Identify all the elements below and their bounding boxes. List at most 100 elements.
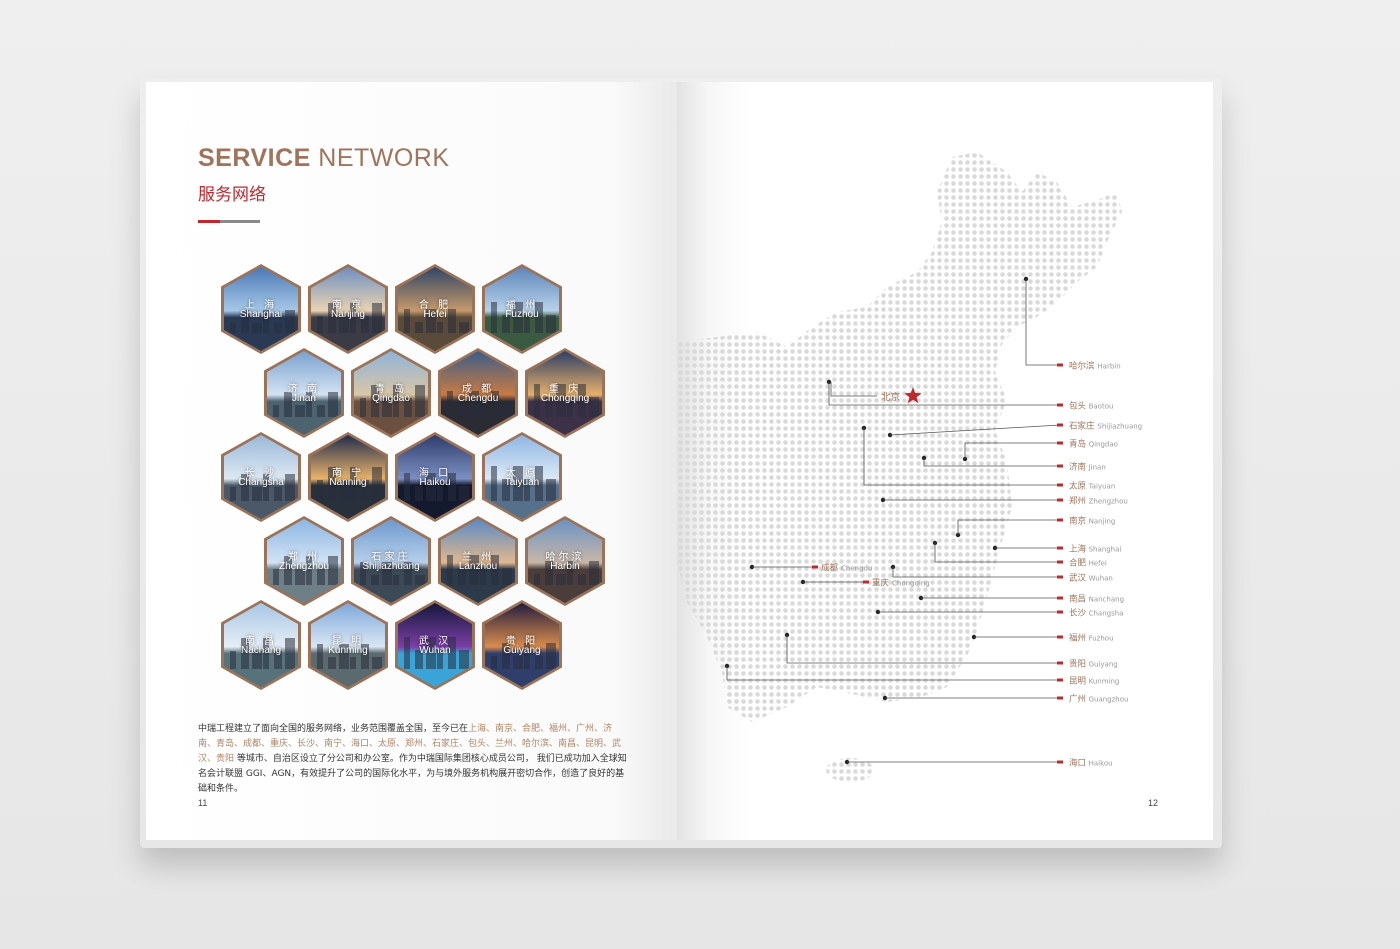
map-label-cn: 南昌 [1069, 594, 1086, 605]
map-label-cn: 昆明 [1069, 677, 1086, 687]
label-marker [1057, 498, 1063, 502]
label-marker [1057, 560, 1063, 564]
city-hex-wuhan: 武 汉 Wuhan [395, 600, 475, 690]
label-marker [1057, 403, 1063, 407]
map-label-en: Chengdu [841, 565, 872, 573]
map-label-cn: 石家庄 [1069, 421, 1095, 432]
label-marker [1057, 610, 1063, 614]
map-label-en: Shanghai [1089, 546, 1122, 554]
title-bold: SERVICE [198, 144, 311, 172]
hex-city-en: Chengdu [457, 393, 499, 404]
map-label-cn: 青岛 [1069, 439, 1086, 450]
map-label-cn: 太原 [1069, 481, 1086, 492]
map-label-en: Guangzhou [1089, 696, 1129, 704]
map-label-cn: 贵阳 [1069, 659, 1086, 670]
city-hex-guiyang: 贵 阳 Guiyang [482, 600, 562, 690]
hex-city-en: Kunming [328, 645, 368, 656]
city-hex-fuzhou: 福 州 Fuzhou [482, 264, 562, 354]
map-label-en: Nanjing [1089, 518, 1116, 526]
city-hex-nachang: 南 昌 Nachang [221, 600, 301, 690]
city-hex-shijiazhuang: 石家庄 Shijiazhuang [351, 516, 431, 606]
map-label-en: Haikou [1089, 760, 1113, 768]
city-hex-nanning: 南 宁 Nanning [308, 432, 388, 522]
body-paragraph: 中瑞工程建立了面向全国的服务网络，业务范围覆盖全国，至今已在上海、南京、合肥、福… [198, 722, 628, 797]
map-label-cn: 包头 [1069, 401, 1087, 412]
hex-city-en: Shanghai [239, 309, 283, 320]
hex-city-en: Haikou [419, 477, 451, 488]
capital-label: 北京 [881, 391, 900, 403]
map-label-en: Hefei [1089, 560, 1107, 568]
map-label-en: Nanchang [1089, 596, 1124, 604]
map-label-cn: 郑州 [1069, 496, 1086, 507]
hex-city-en: Nachang [240, 645, 282, 656]
map-label-en: Kunming [1089, 678, 1120, 686]
label-marker [1057, 518, 1063, 522]
hex-city-en: Harbin [550, 561, 580, 572]
label-marker [1057, 596, 1063, 600]
map-label-en: Wuhan [1089, 575, 1113, 583]
hex-city-en: Guiyang [503, 645, 541, 656]
city-hex-chengdu: 成 都 Chengdu [438, 348, 518, 438]
map-label-en: Shijiazhuang [1097, 423, 1142, 431]
hex-city-en: Changsha [238, 477, 284, 488]
map-label-cn: 海口 [1069, 758, 1086, 769]
label-marker [1057, 678, 1063, 682]
map-label-cn: 济南 [1069, 462, 1086, 473]
city-hex-changsha: 长 沙 Changsha [221, 432, 301, 522]
city-hex-chongqing: 重 庆 Chongqing [525, 348, 605, 438]
map-label-en: Taiyuan [1088, 483, 1116, 491]
map-label-en: Changsha [1089, 610, 1124, 618]
map-label-en: Qingdao [1089, 441, 1118, 449]
page-subtitle: 服务网络 [198, 185, 266, 205]
city-hex-kunming: 昆 明 Kunming [308, 600, 388, 690]
label-marker [1057, 483, 1063, 487]
hex-city-en: Fuzhou [505, 309, 539, 320]
hex-city-en: Jinan [292, 393, 316, 404]
map-label-cn: 武汉 [1069, 573, 1087, 584]
city-hex-nanjing: 南 京 Nanjing [308, 264, 388, 354]
label-marker [1057, 423, 1063, 427]
map-label-en: Chongqing [892, 580, 930, 588]
hex-city-en: Taiyuan [504, 477, 540, 488]
page-title: SERVICE NETWORK [198, 144, 450, 173]
map-dots [677, 152, 1122, 722]
hex-city-en: Chongqing [540, 393, 590, 404]
label-marker [1057, 760, 1063, 764]
map-label-cn: 南京 [1069, 516, 1086, 527]
label-marker [1057, 441, 1063, 445]
label-marker [1057, 696, 1063, 700]
city-hex-harbin: 哈尔滨 Harbin [525, 516, 605, 606]
map-label-en: Harbin [1097, 363, 1120, 371]
city-hex-qingdao: 青 岛 Qingdao [351, 348, 431, 438]
label-marker [1057, 363, 1063, 367]
city-hex-zhengzhou: 郑 州 Zhengzhou [264, 516, 344, 606]
body-segment: 中瑞工程建立了面向全国的服务网络，业务范围覆盖全国，至今已在 [198, 724, 469, 734]
map-label-cn: 广州 [1069, 694, 1086, 705]
map-label-cn: 福州 [1069, 633, 1086, 644]
label-marker [1057, 635, 1063, 639]
map-label-en: Jinan [1088, 464, 1106, 472]
city-hex-haikou: 海 口 Haikou [395, 432, 475, 522]
label-marker [1057, 546, 1063, 550]
map-label-cn: 重庆 [872, 578, 890, 589]
city-hex-hefei: 合 肥 Hefei [395, 264, 475, 354]
city-hex-taiyuan: 太 原 Taiyuan [482, 432, 562, 522]
label-marker [863, 580, 869, 584]
map-label-cn: 上海 [1069, 544, 1087, 555]
map-label-en: Baotou [1089, 403, 1114, 411]
hex-city-en: Zhengzhou [278, 561, 330, 572]
title-light: NETWORK [318, 144, 450, 172]
label-marker [1057, 661, 1063, 665]
hex-city-en: Nanning [329, 477, 367, 488]
left-page: SERVICE NETWORK 服务网络 上 海 Shanghai 南 京 Nanji… [146, 82, 677, 840]
map-label-en: Fuzhou [1089, 635, 1114, 643]
map-label-cn: 成都 [821, 563, 839, 574]
map-label-cn: 合肥 [1069, 558, 1087, 569]
map-label-cn: 哈尔滨 [1069, 361, 1095, 372]
hex-city-en: Lanzhou [458, 561, 498, 572]
hex-city-en: Hefei [423, 309, 447, 320]
city-hex-shanghai: 上 海 Shanghai [221, 264, 301, 354]
china-map: 哈尔滨 Harbin 包头 Baotou 石家庄 Shijiazhuang 青岛 Qingda… [677, 152, 1142, 782]
hex-city-en: Wuhan [419, 645, 451, 656]
label-marker [1057, 464, 1063, 468]
